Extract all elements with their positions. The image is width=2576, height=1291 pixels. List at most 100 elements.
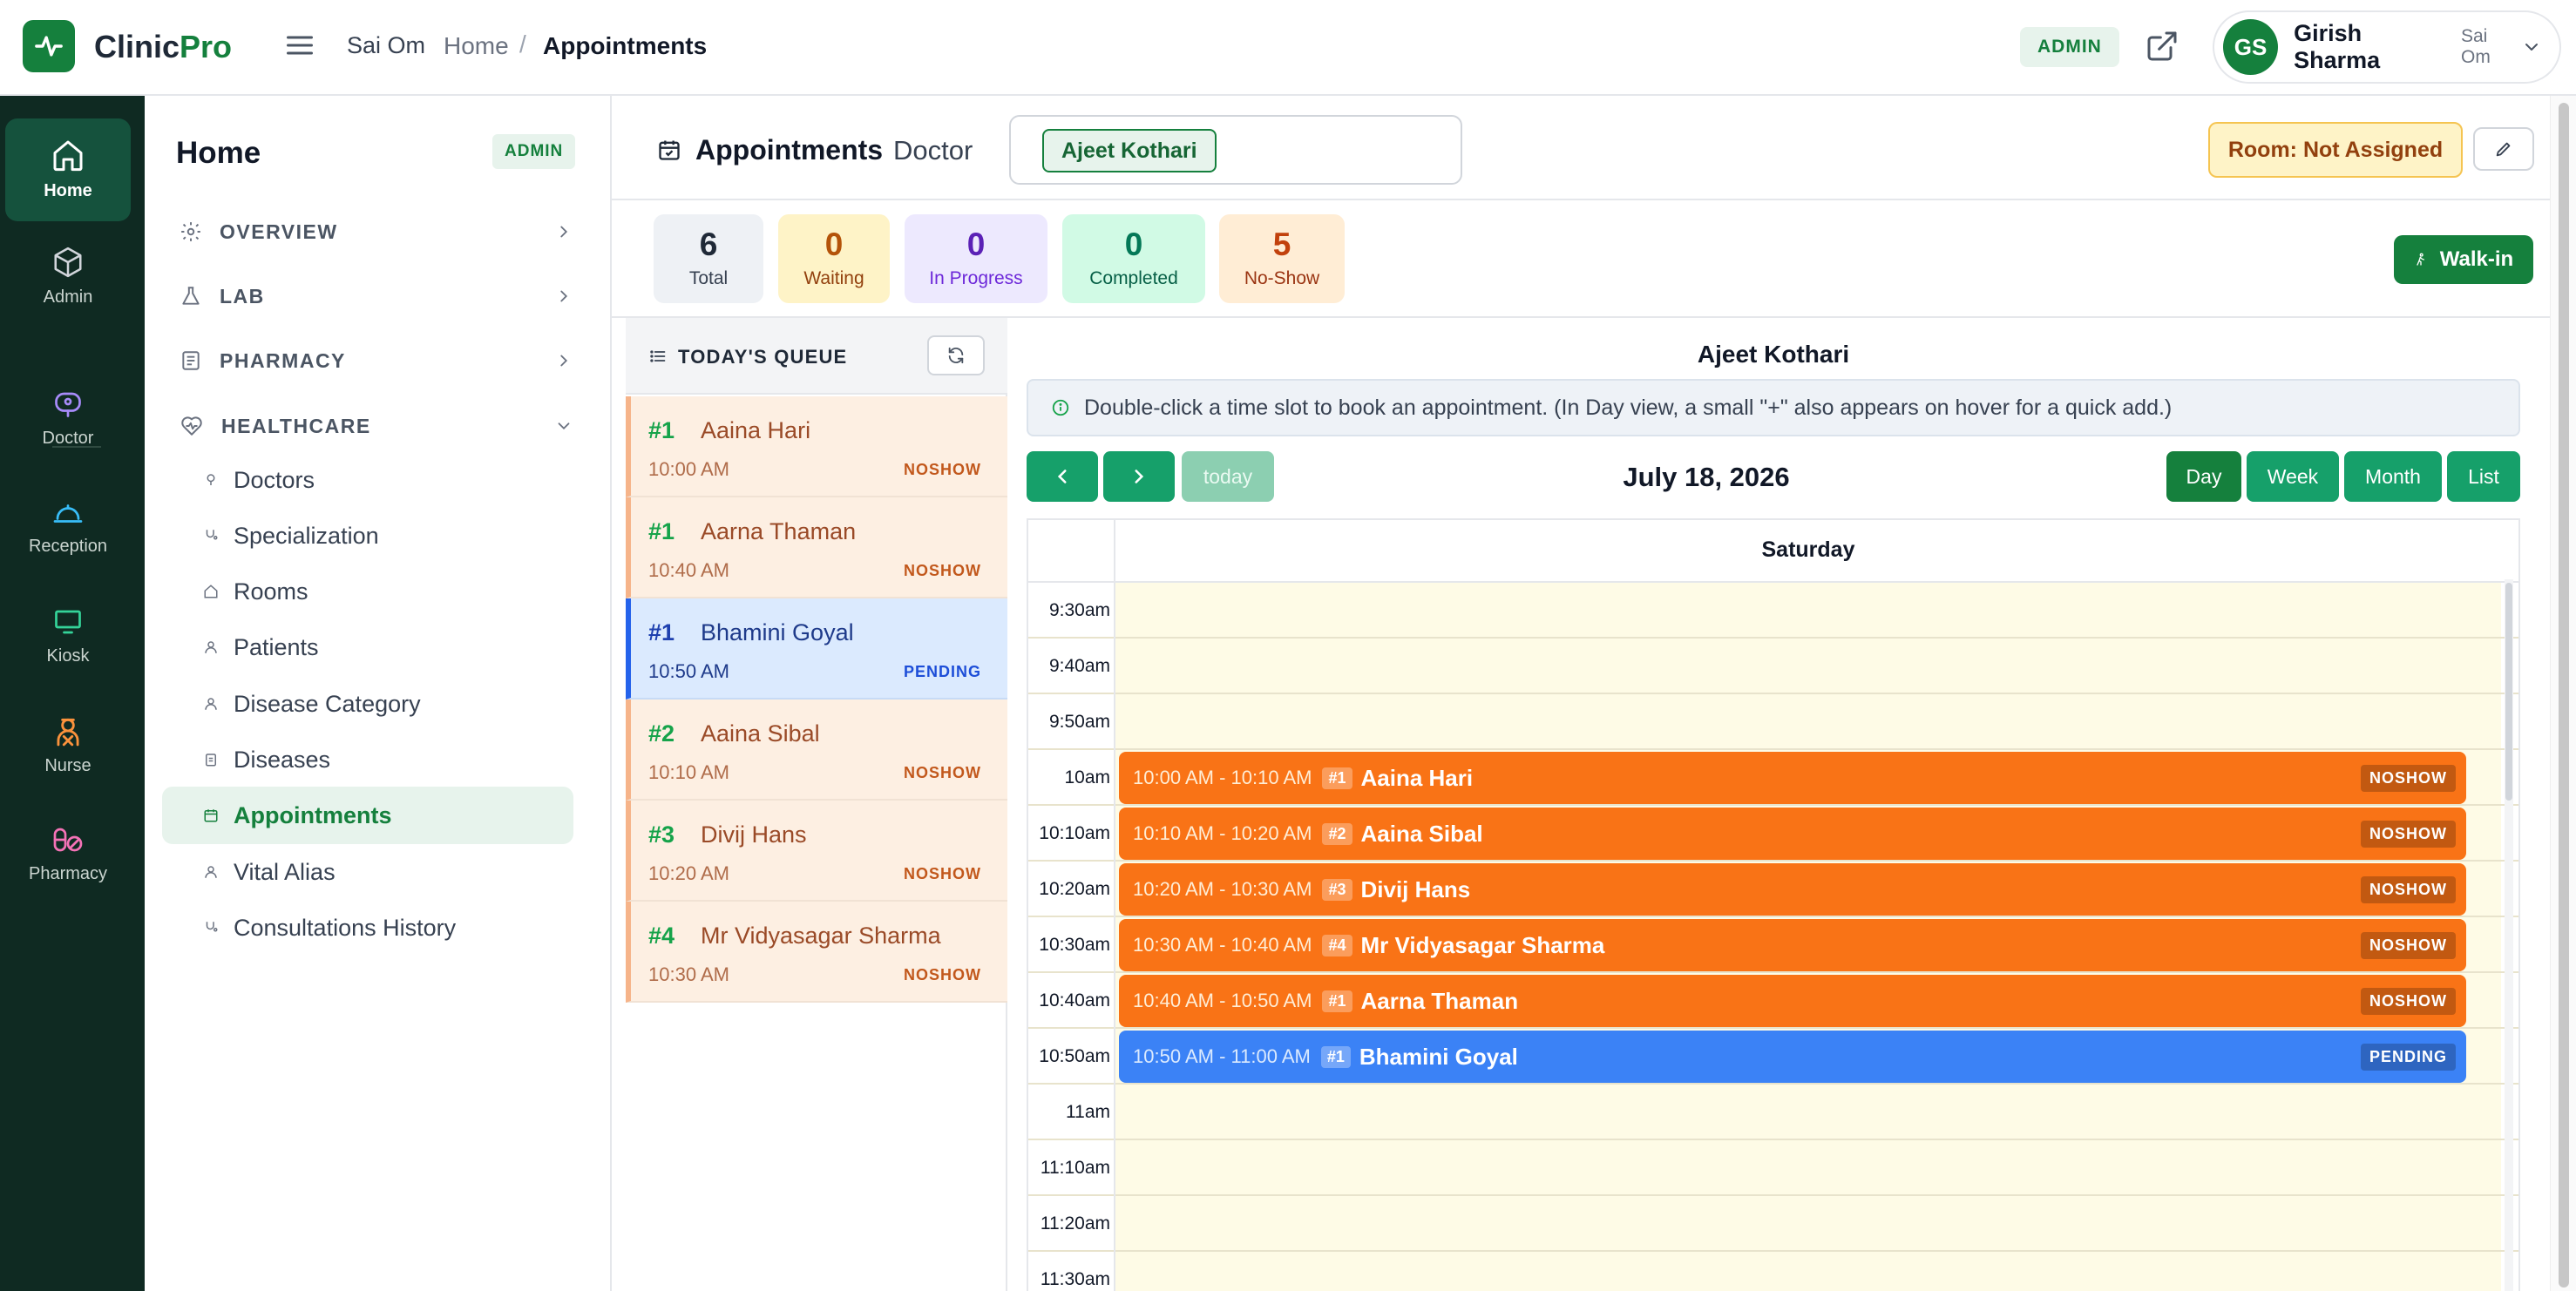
heart-pulse-icon [180, 415, 204, 437]
stethoscope-icon [202, 528, 220, 544]
sidebar-link-diseases[interactable]: Diseases [162, 731, 573, 788]
time-slot: 9:40am [1028, 639, 2518, 694]
org-name: Sai Om [347, 32, 426, 58]
logo-icon[interactable] [23, 20, 75, 72]
slot-cell[interactable] [1115, 694, 2501, 748]
chevron-down-icon [2521, 37, 2542, 57]
sidebar-link-disease-category[interactable]: Disease Category [162, 675, 573, 733]
menu-toggle-icon[interactable] [284, 30, 315, 61]
queue-item[interactable]: #2 Aaina Sibal 10:10 AM NOSHOW [626, 700, 1007, 801]
view-month-button[interactable]: Month [2344, 451, 2442, 502]
slot-cell[interactable] [1115, 1252, 2501, 1291]
time-label: 11am [1066, 1102, 1110, 1122]
today-button[interactable]: today [1182, 451, 1274, 502]
time-slot: 11:20am [1028, 1196, 2518, 1252]
sidebar-link-rooms[interactable]: Rooms [162, 563, 573, 620]
breadcrumb-current: Appointments [543, 32, 708, 59]
refresh-icon [946, 346, 966, 365]
event-token: #1 [1322, 990, 1352, 1012]
refresh-queue-button[interactable] [927, 335, 985, 375]
sidebar-link-patients[interactable]: Patients [162, 618, 573, 676]
breadcrumb-home[interactable]: Home [444, 32, 509, 60]
rail-item-admin[interactable]: Admin [5, 246, 131, 333]
event-time: 10:40 AM - 10:50 AM [1133, 990, 1312, 1011]
scrollbar-thumb[interactable] [2505, 583, 2512, 801]
sidebar-section-pharmacy[interactable]: PHARMACY [180, 341, 589, 381]
stat-value: 0 [966, 226, 986, 262]
rail-item-nurse[interactable]: Nurse [5, 714, 131, 801]
rail-item-kiosk[interactable]: Kiosk [5, 606, 131, 693]
edit-room-button[interactable] [2473, 127, 2534, 171]
stat-no-show: 5 No-Show [1219, 214, 1345, 303]
stat-label: Completed [1089, 268, 1178, 288]
queue-item[interactable]: #1 Aaina Hari 10:00 AM NOSHOW [626, 396, 1007, 497]
slot-cell[interactable] [1115, 639, 2501, 693]
event-time: 10:10 AM - 10:20 AM [1133, 822, 1312, 844]
queue-patient-name: Divij Hans [701, 821, 807, 848]
event-token: #2 [1322, 822, 1352, 845]
stat-total: 6 Total [654, 214, 763, 303]
doctor-select[interactable]: Ajeet Kothari [1009, 115, 1462, 185]
list-icon [648, 348, 668, 365]
calendar-hint: Double-click a time slot to book an appo… [1027, 379, 2520, 436]
slot-cell[interactable] [1115, 1085, 2501, 1139]
appointment-event[interactable]: 10:10 AM - 10:20 AM #2 Aaina Sibal NOSHO… [1119, 808, 2466, 860]
slot-cell[interactable] [1115, 1140, 2501, 1194]
walk-in-button[interactable]: Walk-in [2394, 235, 2533, 284]
chevron-down-icon [554, 416, 573, 436]
appointment-event[interactable]: 10:50 AM - 11:00 AM #1 Bhamini Goyal PEN… [1119, 1031, 2466, 1083]
rail-item-reception[interactable]: Reception [5, 497, 131, 584]
queue-item[interactable]: #1 Bhamini Goyal 10:50 AM PENDING [626, 598, 1007, 700]
sidebar-link-appointments[interactable]: Appointments [162, 787, 573, 844]
external-link-icon[interactable] [2145, 29, 2179, 64]
todays-queue-panel: TODAY'S QUEUE #1 Aaina Hari 10:00 AM NOS… [626, 318, 1007, 1291]
calendar-scrollbar[interactable] [2505, 579, 2513, 1291]
sidebar-section-lab[interactable]: LAB [180, 276, 589, 316]
user-menu[interactable]: GS Girish Sharma Sai Om [2213, 10, 2561, 84]
event-token: #1 [1322, 767, 1352, 789]
chevron-right-icon [554, 287, 573, 306]
queue-item[interactable]: #1 Aarna Thaman 10:40 AM NOSHOW [626, 497, 1007, 598]
sidebar-section-healthcare[interactable]: HEALTHCARE [180, 406, 589, 446]
prev-button[interactable] [1027, 451, 1098, 502]
queue-item[interactable]: #3 Divij Hans 10:20 AM NOSHOW [626, 801, 1007, 902]
time-label: 10am [1064, 767, 1110, 787]
top-bar: ClinicPro Sai Om Home / Appointments ADM… [0, 0, 2576, 96]
sidebar-section-overview[interactable]: OVERVIEW [180, 212, 589, 252]
queue-item[interactable]: #4 Mr Vidyasagar Sharma 10:30 AM NOSHOW [626, 902, 1007, 1003]
view-list-button[interactable]: List [2447, 451, 2520, 502]
pills-icon [5, 824, 131, 855]
doctor-select-value[interactable]: Ajeet Kothari [1042, 129, 1217, 172]
sidebar-role-badge: ADMIN [492, 134, 576, 169]
page-scrollbar[interactable] [2550, 96, 2576, 1291]
room-status-badge[interactable]: Room: Not Assigned [2208, 122, 2463, 178]
grid-header: Saturday [1028, 520, 2518, 583]
user-icon [202, 639, 220, 655]
queue-time: 10:40 AM [648, 559, 729, 581]
view-day-button[interactable]: Day [2166, 451, 2241, 502]
view-week-button[interactable]: Week [2247, 451, 2339, 502]
scrollbar-thumb[interactable] [2559, 103, 2569, 1288]
app-logo-text[interactable]: ClinicPro [94, 29, 232, 65]
appointment-event[interactable]: 10:40 AM - 10:50 AM #1 Aarna Thaman NOSH… [1119, 975, 2466, 1027]
appointment-event[interactable]: 10:00 AM - 10:10 AM #1 Aaina Hari NOSHOW [1119, 752, 2466, 804]
walking-person-icon [2414, 251, 2428, 268]
sidebar-link-vital-alias[interactable]: Vital Alias [162, 843, 573, 901]
rail-item-home[interactable]: Home [5, 118, 131, 221]
calendar-check-icon [657, 138, 681, 162]
slot-cell[interactable] [1115, 583, 2501, 637]
rail-item-doctor[interactable]: Doctor [5, 389, 131, 476]
next-button[interactable] [1103, 451, 1175, 502]
gear-icon [180, 220, 202, 243]
chevron-right-icon [554, 222, 573, 241]
chevron-left-icon [1051, 465, 1074, 488]
sidebar-link-doctors[interactable]: Doctors [162, 451, 573, 509]
sidebar-link-consultations-history[interactable]: Consultations History [162, 899, 573, 956]
hint-text: Double-click a time slot to book an appo… [1084, 395, 2173, 420]
slot-cell[interactable] [1115, 1196, 2501, 1250]
sidebar-link-specialization[interactable]: Specialization [162, 507, 573, 564]
appointment-event[interactable]: 10:30 AM - 10:40 AM #4 Mr Vidyasagar Sha… [1119, 919, 2466, 971]
rail-item-pharmacy[interactable]: Pharmacy [5, 824, 131, 911]
stat-completed: 0 Completed [1062, 214, 1205, 303]
appointment-event[interactable]: 10:20 AM - 10:30 AM #3 Divij Hans NOSHOW [1119, 863, 2466, 916]
